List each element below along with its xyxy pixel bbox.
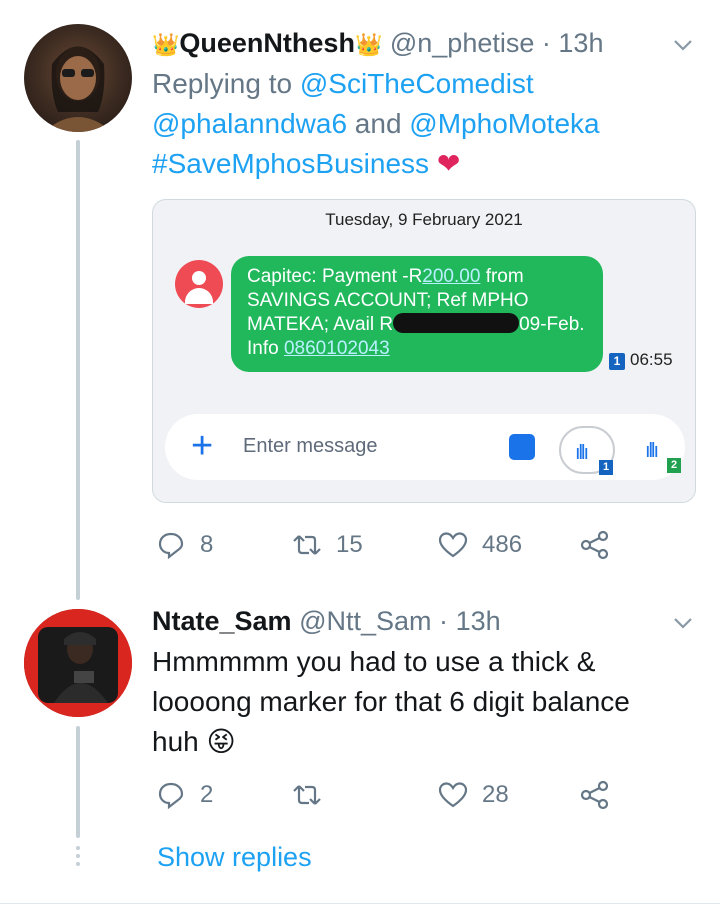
chevron-down-icon[interactable]	[672, 34, 694, 56]
tweet-text-line: loooong marker for that 6 digit balance	[152, 686, 630, 717]
like-button[interactable]: 486	[438, 530, 522, 560]
sms-text: Info	[247, 338, 284, 359]
share-icon	[580, 780, 609, 810]
share-button[interactable]	[580, 530, 610, 560]
sms-timestamp: 06:55	[630, 350, 673, 369]
message-input-placeholder: Enter message	[243, 435, 378, 457]
separator: ·	[439, 606, 449, 636]
reply-button[interactable]: 8	[156, 530, 213, 560]
handle[interactable]: @n_phetise	[390, 28, 535, 58]
crown-icon: 👑	[152, 32, 180, 57]
voice-sim2-icon: ıllı 2	[631, 426, 681, 474]
separator: ·	[541, 28, 551, 58]
sms-text: 09-Feb.	[519, 314, 585, 335]
display-name[interactable]: Ntate_Sam	[152, 606, 292, 636]
avatar[interactable]	[24, 24, 132, 132]
sim-icon: 1	[609, 353, 625, 370]
timestamp[interactable]: 13h	[456, 606, 501, 636]
reply-icon	[158, 782, 184, 810]
like-count: 486	[482, 531, 523, 558]
sms-time: 1 06:55	[609, 350, 673, 370]
mention-link[interactable]: @phalanndwa6	[152, 108, 347, 139]
tweet-text: Hmmmmm you had to use a thick & loooong …	[152, 642, 630, 762]
chevron-down-icon[interactable]	[672, 612, 694, 634]
reply-count: 2	[200, 781, 214, 808]
sms-text: from	[480, 266, 524, 287]
contact-avatar-icon	[175, 260, 223, 308]
retweet-button[interactable]: 15	[292, 530, 363, 560]
reply-icon	[158, 532, 184, 560]
avatar[interactable]	[24, 609, 132, 717]
heart-icon	[438, 782, 468, 808]
sms-text: MATEKA; Avail R	[247, 314, 394, 335]
sticker-icon	[509, 434, 535, 460]
like-count: 28	[482, 781, 509, 808]
sms-date: Tuesday, 9 February 2021	[325, 210, 523, 229]
crown-icon: 👑	[354, 32, 383, 57]
sms-phone-link: 0860102043	[283, 338, 390, 359]
tweet-text-line: huh	[152, 726, 199, 757]
reply-count: 8	[200, 531, 214, 558]
sms-bubble: Capitec: Payment -R200.00 from SAVINGS A…	[231, 256, 603, 372]
hashtag-link[interactable]: #SaveMphosBusiness	[152, 148, 429, 179]
retweet-icon	[293, 535, 321, 555]
retweet-icon	[293, 785, 321, 805]
reply-button[interactable]: 2	[156, 780, 213, 810]
heart-emoji: ❤	[436, 148, 461, 179]
share-button[interactable]	[580, 780, 610, 810]
retweet-count: 15	[336, 531, 363, 558]
reply-context: Replying to @SciTheComedist @phalanndwa6…	[152, 64, 600, 184]
voice-sim1-icon: ıllı 1	[559, 426, 615, 475]
thread-line	[76, 726, 80, 838]
sms-amount-link: 200.00	[422, 266, 481, 287]
retweet-button[interactable]	[292, 780, 336, 810]
tweet-header: 👑QueenNthesh👑 @n_phetise · 13h	[152, 28, 603, 59]
and-label: and	[354, 108, 402, 139]
heart-icon	[438, 532, 468, 558]
like-button[interactable]: 28	[438, 780, 509, 810]
tweet-actions: 8 15 486	[152, 530, 692, 564]
show-replies-link[interactable]: Show replies	[157, 842, 312, 873]
sms-input-bar: + Enter message ıllı 1 ıllı 2	[165, 414, 685, 480]
sms-text: SAVINGS ACCOUNT; Ref MPHO	[247, 290, 529, 311]
thread-line	[76, 140, 80, 600]
plus-icon: +	[191, 425, 214, 467]
divider	[0, 903, 720, 904]
tweet-header: Ntate_Sam @Ntt_Sam · 13h	[152, 606, 501, 637]
thread-dots	[74, 846, 82, 870]
handle[interactable]: @Ntt_Sam	[299, 606, 431, 636]
share-icon	[580, 530, 609, 560]
tweet-actions: 2 28	[152, 780, 692, 814]
tweet-text-line: Hmmmmm you had to use a thick &	[152, 646, 596, 677]
display-name[interactable]: QueenNthesh	[179, 28, 355, 58]
mention-link[interactable]: @MphoMoteka	[409, 108, 599, 139]
mention-link[interactable]: @SciTheComedist	[300, 68, 534, 99]
sms-text: Capitec: Payment -R	[247, 266, 423, 287]
sim-badge: 2	[667, 458, 681, 473]
tongue-emoji: 😝	[206, 726, 236, 757]
tweet-media-image[interactable]: Tuesday, 9 February 2021 Capitec: Paymen…	[152, 199, 696, 503]
sim-badge: 1	[599, 460, 613, 475]
redaction-mark	[393, 313, 520, 333]
replying-to-label: Replying to	[152, 68, 293, 99]
timestamp[interactable]: 13h	[558, 28, 603, 58]
